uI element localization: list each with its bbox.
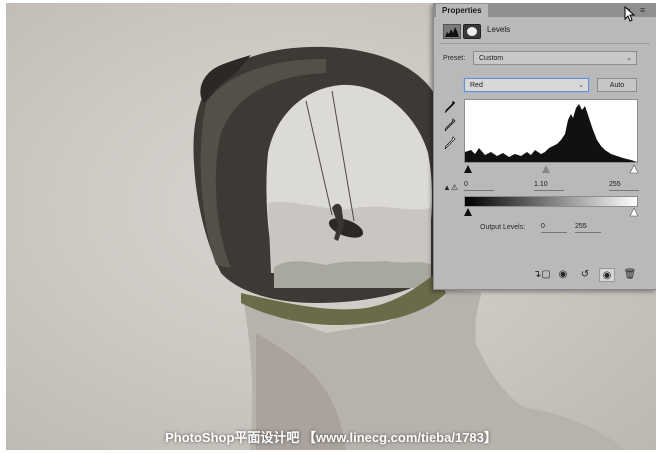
input-gamma-field[interactable]: 1.10 bbox=[534, 179, 564, 191]
clipping-warning-icon[interactable]: ▲⚠ bbox=[443, 183, 459, 193]
view-previous-icon[interactable]: ◉ bbox=[555, 268, 571, 282]
white-point-handle bbox=[629, 164, 638, 174]
panel-menu-icon[interactable]: ≡ bbox=[640, 5, 650, 15]
black-point-handle bbox=[464, 165, 472, 173]
document-canvas[interactable]: Properties » ≡ Levels Preset: Custom ⌄ R… bbox=[6, 3, 656, 450]
output-levels-slider[interactable] bbox=[464, 207, 638, 217]
chevron-down-icon: ⌄ bbox=[578, 82, 584, 89]
eyedropper-black-icon[interactable] bbox=[444, 100, 456, 114]
output-levels-label: Output Levels: bbox=[480, 224, 526, 231]
channel-dropdown[interactable]: Red ⌄ bbox=[464, 78, 589, 92]
mouse-cursor-icon bbox=[624, 6, 636, 22]
eye-icon[interactable]: ◉ bbox=[599, 268, 615, 282]
preset-dropdown[interactable]: Custom ⌄ bbox=[473, 51, 637, 65]
panel-titlebar[interactable]: Properties » ≡ bbox=[434, 3, 656, 17]
output-black-field[interactable]: 0 bbox=[541, 221, 567, 233]
gamma-handle bbox=[542, 165, 550, 173]
divider bbox=[440, 43, 650, 44]
auto-button[interactable]: Auto bbox=[597, 78, 637, 92]
properties-panel: Properties » ≡ Levels Preset: Custom ⌄ R… bbox=[433, 3, 656, 290]
histogram bbox=[464, 99, 638, 163]
channel-value: Red bbox=[470, 82, 483, 89]
eyedropper-gray-icon[interactable] bbox=[444, 118, 456, 132]
output-black-handle bbox=[464, 208, 472, 216]
input-levels-slider[interactable] bbox=[464, 164, 638, 174]
mask-icon[interactable] bbox=[463, 24, 481, 39]
distant-trees bbox=[274, 261, 431, 288]
trash-icon[interactable]: 🗑 bbox=[622, 268, 638, 282]
input-black-field[interactable]: 0 bbox=[464, 179, 494, 191]
reset-icon[interactable]: ↺ bbox=[577, 268, 593, 282]
tab-properties[interactable]: Properties bbox=[436, 4, 488, 17]
histogram-bars bbox=[465, 104, 637, 162]
output-white-handle bbox=[629, 207, 638, 217]
output-levels-gradient bbox=[464, 196, 638, 207]
preset-label: Preset: bbox=[443, 55, 466, 62]
output-white-field[interactable]: 255 bbox=[575, 221, 601, 233]
panel-heading: Levels bbox=[487, 25, 511, 34]
chevron-down-icon: ⌄ bbox=[626, 55, 632, 62]
levels-icon[interactable] bbox=[443, 24, 461, 39]
eyedropper-white-icon[interactable] bbox=[444, 136, 456, 150]
preset-value: Custom bbox=[479, 55, 504, 62]
input-white-field[interactable]: 255 bbox=[609, 179, 639, 191]
panel-bottom-toolbar: ↴▢ ◉ ↺ ◉ 🗑 bbox=[434, 263, 656, 289]
clip-to-layer-icon[interactable]: ↴▢ bbox=[533, 268, 551, 282]
watermark-text: PhotoShop平面设计吧 【www.linecg.com/tieba/178… bbox=[165, 430, 497, 445]
